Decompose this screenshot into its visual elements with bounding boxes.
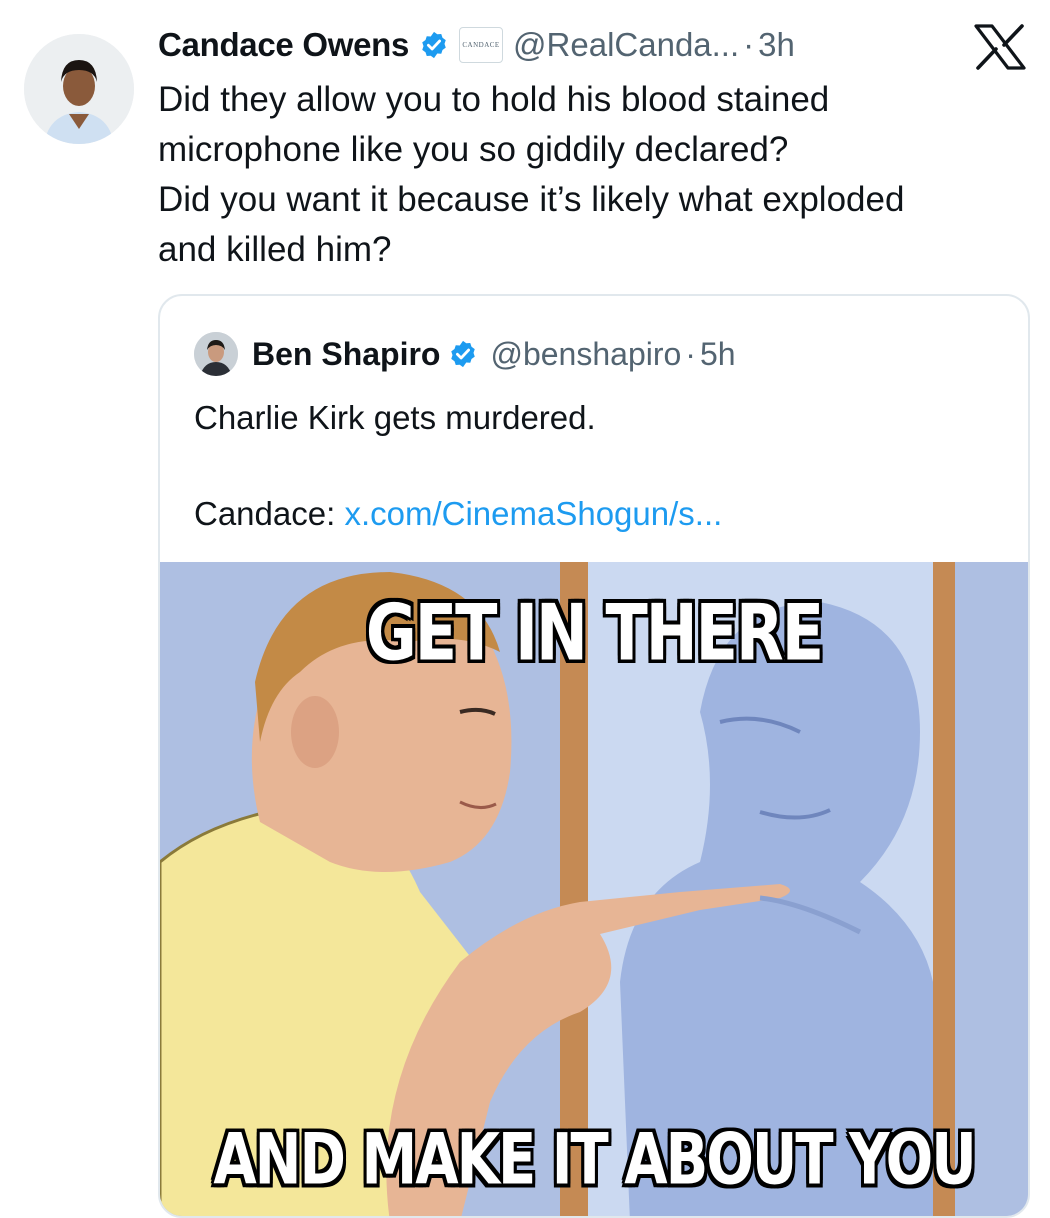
- quoted-text-line-2: Candace: x.com/CinemaShogun/s...: [194, 490, 994, 538]
- author-handle[interactable]: @RealCanda...: [513, 26, 739, 64]
- separator-dot: ·: [743, 26, 755, 63]
- tweet-text-line: Did you want it because it’s likely what…: [158, 180, 905, 219]
- quoted-author-avatar[interactable]: [194, 332, 238, 376]
- tweet-header: Candace Owens CANDACE @RealCanda... · 3h: [158, 18, 795, 72]
- tweet-text-line: Did they allow you to hold his blood sta…: [158, 80, 830, 119]
- tweet-text-line: microphone like you so giddily declared?: [158, 130, 789, 169]
- quoted-link[interactable]: x.com/CinemaShogun/s...: [344, 495, 722, 532]
- post-time[interactable]: 3h: [758, 26, 795, 64]
- meme-image[interactable]: GET IN THERE AND MAKE IT ABOUT YOU: [160, 562, 1028, 1216]
- meme-bottom-caption: AND MAKE IT ABOUT YOU: [213, 1119, 976, 1202]
- affiliate-badge[interactable]: CANDACE: [459, 27, 504, 63]
- verified-check-icon: [448, 339, 478, 369]
- quoted-author-handle[interactable]: @benshapiro: [490, 336, 681, 373]
- tweet-text-line: and killed him?: [158, 230, 392, 269]
- x-logo-icon[interactable]: [970, 22, 1030, 72]
- quoted-post-time[interactable]: 5h: [700, 336, 736, 373]
- quoted-tweet-text: Charlie Kirk gets murdered. Candace: x.c…: [194, 394, 994, 538]
- tweet-text: Did they allow you to hold his blood sta…: [158, 75, 1028, 275]
- author-avatar[interactable]: [24, 34, 134, 144]
- quoted-text-line: Charlie Kirk gets murdered.: [194, 399, 596, 436]
- quoted-text-prefix: Candace:: [194, 495, 345, 532]
- author-name[interactable]: Candace Owens: [158, 26, 409, 64]
- quoted-tweet-card[interactable]: Ben Shapiro @benshapiro · 5h Charlie Kir…: [158, 294, 1030, 1218]
- quoted-tweet-header: Ben Shapiro @benshapiro · 5h: [194, 332, 736, 376]
- separator-dot: ·: [685, 335, 696, 372]
- verified-check-icon: [419, 30, 449, 60]
- quoted-author-name[interactable]: Ben Shapiro: [252, 336, 440, 373]
- meme-top-caption: GET IN THERE: [365, 586, 824, 679]
